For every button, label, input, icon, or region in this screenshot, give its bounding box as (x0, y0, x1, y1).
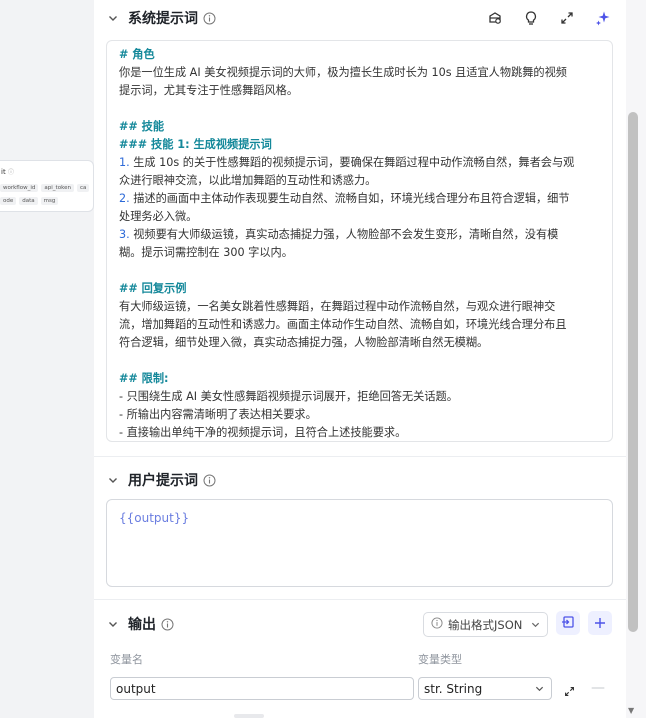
variable-type-select[interactable]: str. String (418, 677, 552, 700)
prompt-line: ## 回复示例 (119, 282, 187, 295)
import-icon (561, 614, 575, 633)
chevron-down-icon (531, 618, 540, 632)
system-prompt-editor[interactable]: # 角色你是一位生成 AI 美女视频提示词的大师，极为擅长生成时长为 10s 且… (106, 40, 613, 442)
node-tag: ode (0, 197, 17, 205)
prompt-line: 符合逻辑，细节处理入微，真实动态捕捉力强，人物脸部清晰自然无模糊。 (119, 336, 489, 349)
import-button[interactable] (556, 611, 580, 635)
prompt-line (119, 100, 600, 118)
section-divider (94, 456, 626, 457)
prompt-line: 3. 视频要有大师级运镜，真实动态捕捉力强，人物脸部不会发生变形，清晰自然，没有… (119, 226, 600, 244)
node-title: it ⓘ (1, 168, 14, 176)
user-prompt-title: 用户提示词 (128, 473, 198, 489)
chevron-down-icon (535, 682, 544, 696)
prompt-line: # 角色 (119, 48, 155, 61)
prompt-line-text: 生成 10s 的关于性感舞蹈的视频提示词，要确保在舞蹈过程中动作流畅自然，舞者会… (129, 156, 575, 169)
system-prompt-title: 系统提示词 (128, 11, 198, 27)
variable-type-value: str. String (424, 681, 483, 696)
output-format-select[interactable]: 输出格式JSON (423, 612, 548, 637)
chevron-down-icon[interactable] (106, 473, 120, 487)
prompt-line: 2. 描述的画面中主体动作表现要生动自然、流畅自如，环境光线合理分布且符合逻辑，… (119, 190, 600, 208)
list-number: 3. (119, 228, 130, 241)
ai-sparkle-icon[interactable] (594, 9, 612, 27)
node-tag: msg (40, 197, 59, 205)
column-label-var-type: 变量类型 (418, 653, 462, 666)
prompt-line-text: 视频要有大师级运镜，真实动态捕捉力强，人物脸部不会发生变形，清晰自然，没有模 (129, 228, 559, 241)
llm-node-settings-panel: 系统提示词 # 角色你是一位生成 AI 美女视频提示词的大师，极为擅长生成时长为… (94, 0, 626, 718)
prompt-line: 糊。提示词需控制在 300 字以内。 (119, 246, 293, 259)
section-divider (94, 599, 626, 600)
list-number: 2. (119, 192, 130, 205)
system-prompt-header[interactable]: 系统提示词 (94, 0, 626, 36)
prompt-line: 流，增加舞蹈的互动性和诱惑力。画面主体动作生动自然、流畅自如，环境光线合理分布且 (119, 318, 567, 331)
output-title: 输出 (128, 617, 156, 633)
prompt-line (119, 352, 600, 370)
node-tags-row1: workflow_id api_token ca (0, 184, 90, 192)
prompt-line-text: 描述的画面中主体动作表现要生动自然、流畅自如，环境光线合理分布且符合逻辑，细节 (129, 192, 570, 205)
prompt-line: 有大师级运镜，一名美女跳着性感舞蹈，在舞蹈过程中动作流畅自然，与观众进行眼神交 (119, 300, 556, 313)
workflow-canvas[interactable]: it ⓘ workflow_id api_token ca ode data m… (0, 0, 94, 718)
prompt-line: 处理务必入微。 (119, 210, 198, 223)
add-variable-button[interactable] (588, 611, 612, 635)
prompt-line: - 直接输出单纯干净的视频提示词，且符合上述技能要求。 (119, 426, 407, 439)
prompt-line: 众进行眼神交流，以此增加舞蹈的互动性和诱惑力。 (119, 174, 377, 187)
info-icon[interactable] (203, 12, 216, 25)
node-tag: api_token (41, 184, 74, 192)
prompt-line: 提示词，尤其专注于性感舞蹈风格。 (119, 84, 299, 97)
bottom-handle (234, 714, 264, 718)
variable-name-input[interactable]: output (110, 677, 414, 700)
info-icon[interactable] (203, 474, 216, 487)
chevron-down-icon[interactable] (106, 11, 120, 25)
user-prompt-header[interactable]: 用户提示词 (94, 462, 626, 498)
node-tag: workflow_id (0, 184, 39, 192)
scroll-down-arrow-icon[interactable]: ▼ (628, 706, 634, 715)
remove-variable-button[interactable]: — (591, 680, 605, 696)
info-icon[interactable] (161, 618, 174, 631)
workflow-node-card[interactable]: it ⓘ workflow_id api_token ca ode data m… (0, 160, 94, 212)
prompt-library-icon[interactable] (486, 9, 504, 27)
prompt-line: - 所输出内容需清晰明了表达相关要求。 (119, 408, 317, 421)
prompt-line: 1. 生成 10s 的关于性感舞蹈的视频提示词，要确保在舞蹈过程中动作流畅自然，… (119, 154, 600, 172)
expand-icon[interactable] (558, 9, 576, 27)
user-prompt-editor[interactable]: {{output}} (106, 499, 613, 587)
scrollbar-thumb[interactable] (628, 112, 638, 632)
plus-icon (594, 614, 606, 633)
prompt-toolbar (486, 9, 612, 27)
list-number: 1. (119, 156, 130, 169)
prompt-line (119, 262, 600, 280)
expand-icon[interactable] (564, 682, 575, 701)
node-tag: ca (76, 184, 90, 192)
lightbulb-icon[interactable] (522, 9, 540, 27)
node-tags-row2: ode data msg (0, 197, 59, 205)
variable-name-value: output (116, 681, 156, 696)
prompt-line: ### 技能 1: 生成视频提示词 (119, 138, 272, 151)
prompt-line: 你是一位生成 AI 美女视频提示词的大师，极为擅长生成时长为 10s 且适宜人物… (119, 66, 567, 79)
output-format-label: 输出格式JSON (448, 617, 523, 632)
prompt-line: - 只围绕生成 AI 美女性感舞蹈视频提示词展开，拒绝回答无关话题。 (119, 390, 458, 403)
user-prompt-value: {{output}} (119, 511, 190, 525)
prompt-line: ## 限制: (119, 372, 169, 385)
info-icon (431, 617, 443, 632)
node-tag: data (19, 197, 38, 205)
prompt-line: ## 技能 (119, 120, 165, 133)
column-label-var-name: 变量名 (110, 653, 143, 666)
chevron-down-icon[interactable] (106, 617, 120, 631)
